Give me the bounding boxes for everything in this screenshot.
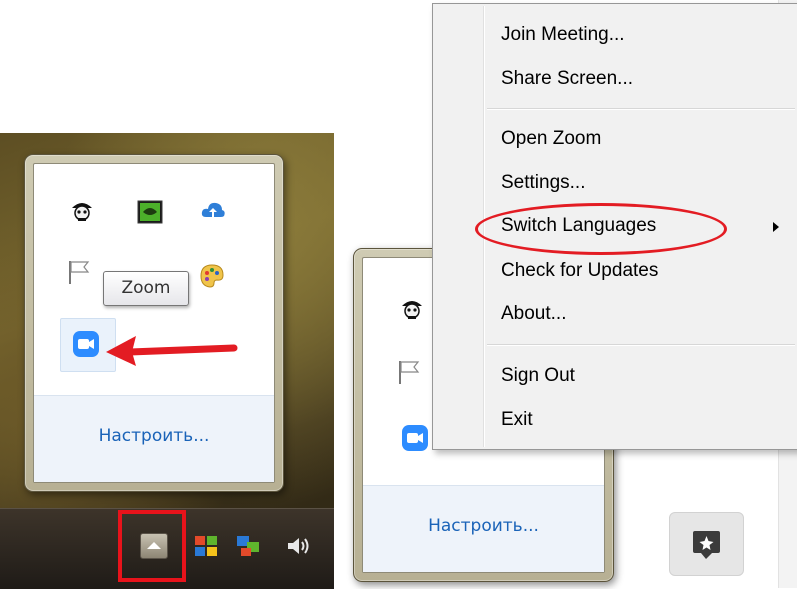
menu-item-check-for-updates[interactable]: Check for Updates	[501, 260, 658, 282]
flag-icon-2[interactable]	[396, 358, 424, 386]
tray-overflow-footer: Настроить...	[34, 395, 274, 482]
palette-icon[interactable]	[198, 262, 226, 290]
zoom-app-icon[interactable]	[72, 330, 100, 358]
pirate-skull-icon[interactable]	[68, 196, 96, 224]
cloud-upload-icon[interactable]	[199, 197, 227, 225]
menu-item-share-screen[interactable]: Share Screen...	[501, 68, 633, 90]
context-help-button[interactable]	[669, 512, 744, 576]
menu-item-join-meeting[interactable]: Join Meeting...	[501, 24, 625, 46]
flag-icon[interactable]	[66, 258, 94, 286]
menu-separator	[487, 344, 795, 346]
menu-item-open-zoom[interactable]: Open Zoom	[501, 128, 601, 150]
zoom-tooltip: Zoom	[103, 271, 189, 306]
zoom-app-icon-2[interactable]	[401, 424, 429, 452]
switch-languages-highlight	[475, 203, 727, 255]
red-arrow-annotation	[106, 336, 238, 366]
nvidia-icon[interactable]	[136, 198, 164, 226]
menu-separator	[487, 108, 795, 110]
windows-flag-icon[interactable]	[192, 532, 220, 560]
tray-expand-button[interactable]	[140, 533, 168, 559]
tray-overflow-footer-2: Настроить...	[363, 485, 604, 572]
menu-item-sign-out[interactable]: Sign Out	[501, 365, 575, 387]
network-icon[interactable]	[234, 532, 262, 560]
tray-expand-icon	[147, 542, 161, 549]
menu-item-settings[interactable]: Settings...	[501, 172, 586, 194]
pirate-skull-icon-2[interactable]	[398, 294, 426, 322]
menu-item-exit[interactable]: Exit	[501, 409, 533, 431]
menu-item-about[interactable]: About...	[501, 303, 567, 325]
speaker-icon[interactable]	[284, 532, 312, 560]
customize-link[interactable]: Настроить...	[34, 426, 274, 446]
context-help-icon	[693, 531, 720, 559]
submenu-arrow-icon	[773, 222, 779, 232]
customize-link-2[interactable]: Настроить...	[363, 516, 604, 536]
